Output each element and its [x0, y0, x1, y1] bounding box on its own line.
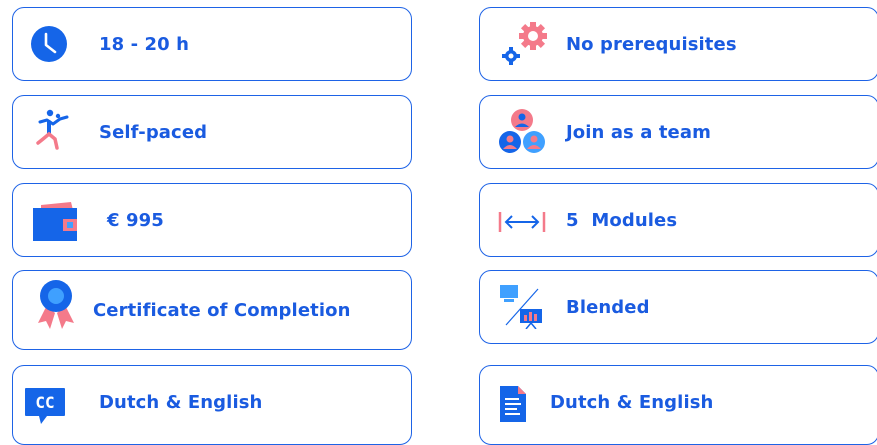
- card-label: Dutch & English: [550, 392, 714, 413]
- card-label: € 995: [107, 210, 164, 231]
- card-format: Blended: [479, 270, 877, 344]
- card-label: 18 - 20 h: [99, 34, 190, 55]
- card-label: Self-paced: [99, 122, 208, 143]
- wallet-icon: [31, 202, 81, 242]
- document-icon: [500, 386, 526, 422]
- card-label: 5 Modules: [566, 210, 678, 231]
- card-duration: 18 - 20 h: [12, 7, 412, 81]
- team-icon: [498, 108, 546, 156]
- card-label: Blended: [566, 297, 650, 318]
- cc-text: CC: [35, 393, 54, 412]
- card-prerequisites: No prerequisites: [479, 7, 877, 81]
- card-price: € 995: [12, 183, 412, 257]
- award-ribbon-icon: [35, 279, 77, 331]
- card-label: No prerequisites: [566, 34, 737, 55]
- arrow-range-icon: [498, 210, 546, 234]
- card-label: Dutch & English: [99, 392, 263, 413]
- card-team: Join as a team: [479, 95, 877, 169]
- closed-captions-icon: CC: [25, 388, 65, 426]
- clock-icon: [31, 26, 67, 62]
- card-materials-language: Dutch & English: [479, 365, 877, 445]
- card-pace: Self-paced: [12, 95, 412, 169]
- presentation-icon: [498, 283, 546, 329]
- card-modules: 5 Modules: [479, 183, 877, 257]
- running-person-icon: [33, 109, 71, 151]
- card-label: Join as a team: [566, 122, 711, 143]
- card-label: Certificate of Completion: [93, 300, 351, 321]
- card-subtitles: CC Dutch & English: [12, 365, 412, 445]
- card-certificate: Certificate of Completion: [12, 270, 412, 350]
- gears-icon: [500, 22, 550, 68]
